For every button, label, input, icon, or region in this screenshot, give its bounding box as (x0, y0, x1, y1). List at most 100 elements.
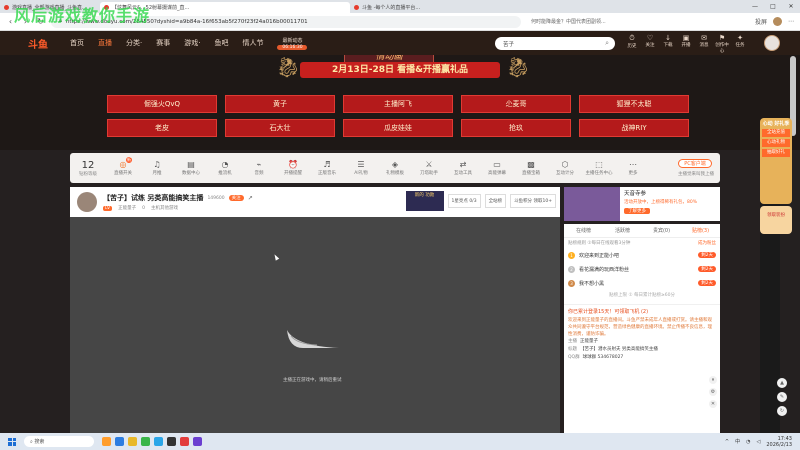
browser-tab[interactable]: 斗鱼 -每个人的直播平台... (350, 2, 450, 13)
streamer-tag[interactable]: 主播阿飞 (343, 95, 453, 113)
nav-yuba[interactable]: 鱼吧 (208, 31, 234, 55)
feedback-icon[interactable]: ✎ (777, 392, 787, 402)
rank-row[interactable]: 1 欢迎来到正能小吧 剩2天 (564, 248, 720, 262)
stream-category[interactable]: 主机其他游戏 (151, 205, 178, 211)
streamer-tag[interactable]: 黄子 (225, 95, 335, 113)
toolbar-item[interactable]: ▤ 数据中心 (174, 160, 208, 176)
pc-client-button[interactable]: PC客户端 (678, 159, 712, 168)
app-icon[interactable] (193, 437, 202, 446)
clock[interactable]: 17:43 2026/2/13 (766, 436, 792, 448)
close-window-button[interactable]: ✕ (782, 3, 800, 10)
history-button[interactable]: ⏱ 历史 (625, 34, 639, 54)
messages-button[interactable]: ✉ 消息 (697, 34, 711, 54)
rank-row[interactable]: 2 看花漏满的玩西洋粉丝 剩2天 (564, 262, 720, 276)
app-icon[interactable] (115, 437, 124, 446)
nav-games[interactable]: 游戏· (178, 31, 206, 55)
toolbar-item[interactable]: ⚔ 刀塔助手 (412, 160, 446, 176)
activity-promo[interactable]: 天音寺参 活动开放中，上榜得稀有礼包，80% 了解更多 (564, 187, 720, 221)
profile-avatar[interactable] (773, 17, 782, 26)
streamer-tag[interactable]: 狐狸不太聪 (579, 95, 689, 113)
toolbar-live-switch[interactable]: 新 ◎ 直播开关 (106, 157, 140, 176)
toolbar-item[interactable]: ☰ AI礼物 (344, 160, 378, 176)
nav-valentines[interactable]: 情人节 (236, 31, 269, 55)
promo-cta-button[interactable]: 了解更多 (624, 208, 650, 214)
clear-icon[interactable]: ✕ (709, 400, 717, 408)
follow-button[interactable]: ♡ 关注 (643, 34, 657, 54)
video-player[interactable] (70, 217, 560, 433)
become-fan-link[interactable]: 成为粉丝 (698, 240, 716, 246)
banner-ribbon[interactable]: 2月13日-28日 看播&开播赢礼品 (300, 62, 500, 78)
windows-start-icon[interactable] (8, 437, 16, 446)
toolbar-item[interactable]: ▭ 高能弹幕 (480, 160, 514, 176)
follow-button[interactable]: 关注 (228, 195, 244, 201)
login-reward-notice[interactable]: 你已累计登录15天！可领取飞机 (2) (568, 308, 716, 315)
back-to-top-icon[interactable]: ▲ (777, 378, 787, 388)
download-button[interactable]: ↓ 下载 (661, 34, 675, 54)
taskbar-search[interactable]: ⌕ 搜索 (24, 436, 94, 447)
app-icon[interactable] (141, 437, 150, 446)
toolbar-item[interactable]: ⏰ 开播提醒 (276, 160, 310, 176)
search-icon[interactable]: ⌕ (605, 39, 609, 48)
side-promo-small[interactable]: 领取装扮 (760, 206, 792, 234)
chevron-up-icon[interactable]: ^ (725, 439, 729, 445)
settings-icon[interactable]: ⚙ (709, 388, 717, 396)
streamer-tag[interactable]: 倔强火QvQ (107, 95, 217, 113)
fan-level[interactable]: 12 钻粉等级 (70, 160, 106, 177)
app-icon[interactable] (167, 437, 176, 446)
news-ticker[interactable]: 何时能降最金？中国代表团副领... (531, 18, 661, 25)
streamer-tag[interactable]: 尐麦哥 (461, 95, 571, 113)
tasks-button[interactable]: ✦ 任务 (733, 34, 747, 54)
cast-button[interactable]: 投屏 (755, 17, 767, 26)
streamer-tag[interactable]: 瓜皮娃娃 (343, 119, 453, 137)
nav-live[interactable]: 直播 (92, 31, 118, 55)
toolbar-item[interactable]: ⌁ 音频 (242, 160, 276, 176)
tab-vip[interactable]: 贵宾(0) (642, 224, 681, 237)
lock-scroll-icon[interactable]: ⏸ (709, 376, 717, 384)
streamer-tag[interactable]: 老皮 (107, 119, 217, 137)
rank-row[interactable]: 3 我不想小黑 剩2天 (564, 276, 720, 290)
gift-badge[interactable]: 新的 功勋 (405, 191, 444, 211)
streamer-tag[interactable]: 战神RIY (579, 119, 689, 137)
minimize-button[interactable]: — (746, 3, 764, 10)
creator-center-button[interactable]: ⚑ 创作中心 (715, 34, 729, 54)
onair-widget[interactable]: 最新动态 06:16:30 (277, 37, 308, 50)
site-rank-button[interactable]: 全站榜 (484, 194, 507, 208)
streamer-tag[interactable]: 石大壮 (225, 119, 335, 137)
toolbar-item[interactable]: ⬚ 主播任务中心 (582, 160, 616, 176)
nav-category[interactable]: 分类· (120, 31, 148, 55)
volume-icon[interactable]: ◁ (757, 439, 761, 445)
tab-active-rank[interactable]: 活跃榜 (603, 224, 642, 237)
user-avatar[interactable] (764, 35, 780, 51)
ime-indicator[interactable]: 中 (735, 438, 740, 445)
nav-events[interactable]: 赛事 (150, 31, 176, 55)
search-input[interactable]: 苦子 ⌕ (495, 37, 615, 50)
toolbar-item[interactable]: ◔ 推流机 (208, 160, 242, 176)
go-live-button[interactable]: ▣ 开播 (679, 34, 693, 54)
app-icon[interactable] (102, 437, 111, 446)
refresh-icon[interactable]: ↻ (777, 406, 787, 416)
toolbar-item[interactable]: ⬡ 互动计分 (548, 160, 582, 176)
streamer-avatar[interactable] (77, 192, 97, 212)
menu-button[interactable]: ⋯ (788, 18, 794, 25)
streamer-name[interactable]: 正能量子 (118, 205, 136, 211)
network-icon[interactable]: ◔ (746, 439, 750, 445)
toolbar-item[interactable]: ♫ 月推 (140, 160, 174, 176)
browser-icon[interactable] (154, 437, 163, 446)
site-logo[interactable]: 斗鱼 (28, 36, 60, 51)
app-icon[interactable] (180, 437, 189, 446)
toolbar-item[interactable]: ⇄ 互动工具 (446, 160, 480, 176)
side-promo-banner[interactable]: 心动 好礼季 全站充值 心动礼物 抽取好礼 (760, 118, 792, 204)
star-stat[interactable]: 1星亮点 0/3 (447, 194, 481, 208)
tab-online-rank[interactable]: 在线榜 (564, 224, 603, 237)
maximize-button[interactable]: □ (764, 3, 782, 10)
toolbar-item[interactable]: ▩ 直播宝箱 (514, 160, 548, 176)
streamer-tag[interactable]: 抢玖 (461, 119, 571, 137)
toolbar-item[interactable]: ◈ 礼物模板 (378, 160, 412, 176)
share-icon[interactable]: ↗ (248, 195, 253, 202)
toolbar-more[interactable]: ⋯ 更多 (616, 160, 650, 176)
toolbar-item[interactable]: ♬ 正版音乐 (310, 160, 344, 176)
tab-fan-rank[interactable]: 贴榜(3) (681, 224, 720, 237)
nav-home[interactable]: 首页 (64, 31, 90, 55)
points-stat[interactable]: 斗鱼积分 领取10+ (510, 194, 556, 208)
folder-icon[interactable] (128, 437, 137, 446)
